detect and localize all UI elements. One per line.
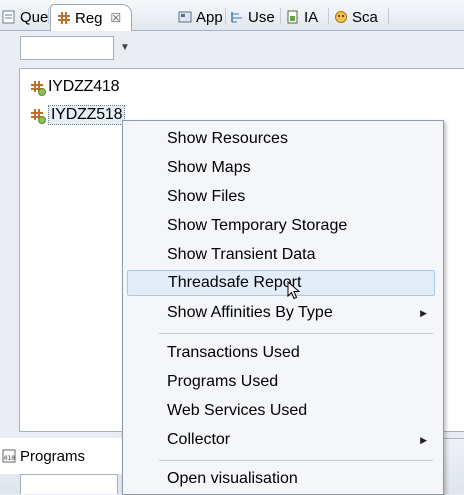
tab-separator <box>225 8 226 24</box>
menu-item-label: Show Files <box>167 188 246 205</box>
menu-item-label: Web Services Used <box>167 402 308 419</box>
tab-scanner[interactable]: Sca <box>334 6 378 28</box>
tab-separator <box>388 8 389 24</box>
programs-filter-input[interactable] <box>20 474 118 494</box>
tab-label: Use <box>248 8 275 26</box>
menu-item-label: Collector <box>167 431 231 448</box>
menu-item-threadsafe-report[interactable]: Threadsafe Report <box>127 270 435 296</box>
tab-applications[interactable]: App <box>178 6 223 28</box>
tab-ia[interactable]: IA <box>286 6 318 28</box>
tree-item-label: IYDZZ418 <box>48 78 120 95</box>
context-menu: Show Resources Show Maps Show Files Show… <box>122 120 444 495</box>
tab-regions[interactable]: Reg ☒ <box>50 4 133 31</box>
close-icon[interactable]: ☒ <box>111 11 122 25</box>
menu-item-web-services-used[interactable]: Web Services Used <box>127 398 435 424</box>
menu-item-show-affinities-by-type[interactable]: Show Affinities By Type ▶ <box>127 300 435 326</box>
submenu-arrow-icon: ▶ <box>420 435 427 445</box>
menu-item-show-maps[interactable]: Show Maps <box>127 155 435 181</box>
menu-item-label: Open visualisation <box>167 470 298 487</box>
tree-item-region[interactable]: IYDZZ418 <box>30 77 120 97</box>
tab-label: IA <box>304 8 319 26</box>
svg-text:010: 010 <box>4 455 15 462</box>
tab-label: Que <box>20 8 49 26</box>
tree-item-label: IYDZZ518 <box>48 105 126 125</box>
tab-label: Sca <box>352 8 378 26</box>
menu-item-label: Show Temporary Storage <box>167 217 348 234</box>
region-icon <box>30 79 46 96</box>
menu-item-label: Show Resources <box>167 130 288 147</box>
menu-item-show-resources[interactable]: Show Resources <box>127 126 435 152</box>
menu-item-label: Threadsafe Report <box>168 274 302 291</box>
menu-item-label: Show Maps <box>167 159 251 176</box>
tab-queries[interactable]: Que <box>2 6 48 28</box>
menu-item-label: Transactions Used <box>167 344 300 361</box>
chevron-down-icon[interactable]: ▼ <box>114 38 136 58</box>
tab-usage[interactable]: Use <box>230 6 275 28</box>
menu-item-show-temporary-storage[interactable]: Show Temporary Storage <box>127 213 435 239</box>
region-icon <box>30 107 46 124</box>
view-tab-bar: Que Reg ☒ App Use IA Sca <box>0 0 464 31</box>
tab-separator <box>328 8 329 24</box>
menu-item-collector[interactable]: Collector ▶ <box>127 427 435 453</box>
tab-label: Programs <box>20 447 86 465</box>
application-icon <box>178 10 192 24</box>
tree-item-region-selected[interactable]: IYDZZ518 <box>30 105 126 125</box>
submenu-arrow-icon: ▶ <box>420 308 427 318</box>
menu-item-programs-used[interactable]: Programs Used <box>127 369 435 395</box>
menu-item-label: Show Affinities By Type <box>167 304 333 321</box>
tab-programs[interactable]: 010 Programs <box>0 438 123 474</box>
region-icon <box>57 11 71 25</box>
tab-label: Reg <box>75 9 103 27</box>
menu-item-label: Show Transient Data <box>167 246 316 263</box>
tab-separator <box>48 8 49 24</box>
menu-separator <box>159 333 433 334</box>
menu-item-show-files[interactable]: Show Files <box>127 184 435 210</box>
scanner-icon <box>334 10 348 24</box>
mouse-cursor-icon <box>287 281 301 300</box>
menu-item-label: Programs Used <box>167 373 279 390</box>
menu-item-open-visualisation[interactable]: Open visualisation <box>127 466 435 492</box>
menu-item-transactions-used[interactable]: Transactions Used <box>127 340 435 366</box>
query-icon <box>2 10 16 24</box>
menu-separator <box>159 460 433 461</box>
usage-icon <box>230 10 244 24</box>
tab-separator <box>280 8 281 24</box>
tab-label: App <box>196 8 223 26</box>
programs-icon: 010 <box>2 449 16 463</box>
ia-icon <box>286 10 300 24</box>
filter-combo-input[interactable] <box>20 36 114 60</box>
menu-item-show-transient-data[interactable]: Show Transient Data <box>127 242 435 268</box>
